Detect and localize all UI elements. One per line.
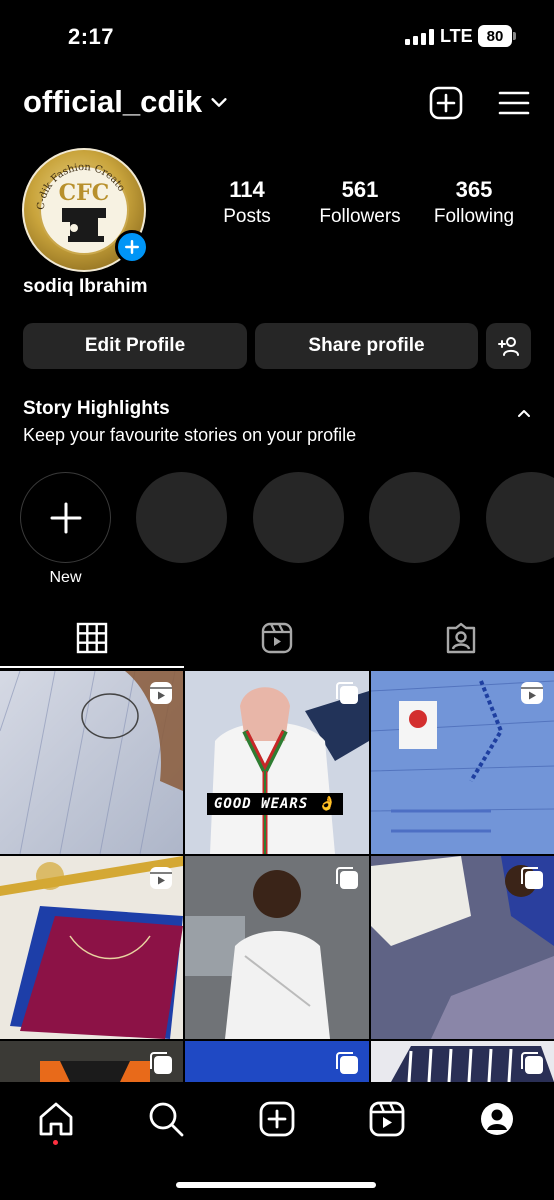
reel-badge-icon bbox=[150, 682, 172, 704]
network-label: LTE bbox=[440, 26, 473, 46]
reels-icon[interactable] bbox=[368, 1100, 406, 1138]
posts-count: 114 bbox=[229, 177, 265, 202]
chevron-up-icon[interactable] bbox=[515, 404, 533, 422]
grid-tab-icon[interactable] bbox=[75, 621, 109, 655]
highlight-placeholder bbox=[253, 472, 344, 563]
reels-tab-icon[interactable] bbox=[260, 621, 294, 655]
create-icon[interactable] bbox=[258, 1100, 296, 1138]
home-icon[interactable] bbox=[37, 1100, 75, 1138]
highlight-placeholder bbox=[136, 472, 227, 563]
full-name: sodiq Ibrahim bbox=[23, 276, 148, 297]
logo-initials: CFC bbox=[59, 180, 110, 206]
post-thumbnail[interactable] bbox=[371, 671, 554, 854]
active-tab-indicator bbox=[0, 666, 184, 668]
reel-badge-icon bbox=[521, 682, 543, 704]
notification-dot bbox=[53, 1140, 58, 1145]
post-thumbnail[interactable] bbox=[185, 1041, 369, 1082]
post-thumbnail[interactable] bbox=[0, 671, 183, 854]
add-story-icon[interactable] bbox=[115, 230, 149, 264]
account-switcher[interactable]: official_cdik bbox=[23, 84, 230, 120]
carousel-badge-icon bbox=[521, 1052, 543, 1074]
stat-posts[interactable]: 114 Posts bbox=[207, 177, 287, 228]
post-thumbnail[interactable] bbox=[0, 1041, 183, 1082]
followers-label: Followers bbox=[319, 206, 401, 227]
reel-badge-icon bbox=[150, 867, 172, 889]
post-thumbnail[interactable] bbox=[185, 856, 369, 1039]
new-highlight-button[interactable] bbox=[20, 472, 111, 563]
highlights-subtitle: Keep your favourite stories on your prof… bbox=[23, 425, 357, 445]
status-bar: 2:17 LTE 80 bbox=[0, 0, 554, 72]
post-thumbnail[interactable] bbox=[371, 1041, 554, 1082]
post-thumbnail[interactable] bbox=[0, 856, 183, 1039]
add-person-icon bbox=[497, 337, 519, 356]
battery-tip bbox=[513, 32, 516, 40]
edit-profile-button[interactable]: Edit Profile bbox=[23, 323, 247, 369]
username: official_cdik bbox=[23, 84, 203, 119]
post-thumbnail[interactable] bbox=[371, 856, 554, 1039]
following-label: Following bbox=[433, 206, 515, 227]
discover-people-button[interactable] bbox=[486, 323, 531, 369]
carousel-badge-icon bbox=[336, 867, 358, 889]
followers-count: 561 bbox=[341, 177, 379, 202]
profile-avatar[interactable]: C-dik Fashion Creato CFC bbox=[22, 148, 149, 272]
post-caption: GOOD WEARS 👌 bbox=[207, 793, 344, 815]
create-post-icon[interactable] bbox=[429, 86, 463, 120]
share-profile-button[interactable]: Share profile bbox=[255, 323, 478, 369]
stat-followers[interactable]: 561 Followers bbox=[310, 177, 410, 228]
battery-level: 80 bbox=[486, 27, 504, 45]
highlight-placeholder bbox=[486, 472, 554, 563]
home-indicator[interactable] bbox=[176, 1182, 376, 1188]
status-time: 2:17 bbox=[68, 24, 115, 49]
bottom-nav bbox=[0, 1082, 554, 1200]
profile-icon[interactable] bbox=[478, 1100, 516, 1138]
carousel-badge-icon bbox=[336, 1052, 358, 1074]
post-thumbnail[interactable]: GOOD WEARS 👌 bbox=[185, 671, 369, 854]
battery-icon: 80 bbox=[478, 25, 512, 47]
highlight-placeholder bbox=[369, 472, 460, 563]
new-highlight-label: New bbox=[49, 569, 82, 586]
signal-icon bbox=[405, 29, 434, 45]
chevron-down-icon bbox=[211, 98, 227, 107]
tagged-tab-icon[interactable] bbox=[444, 621, 478, 655]
carousel-badge-icon bbox=[150, 1052, 172, 1074]
search-icon[interactable] bbox=[147, 1100, 185, 1138]
menu-icon[interactable] bbox=[497, 86, 531, 120]
posts-label: Posts bbox=[223, 206, 271, 227]
highlights-title: Story Highlights bbox=[23, 398, 170, 419]
following-count: 365 bbox=[455, 177, 493, 202]
plus-icon bbox=[50, 502, 81, 533]
carousel-badge-icon bbox=[336, 682, 358, 704]
stat-following[interactable]: 365 Following bbox=[424, 177, 524, 228]
carousel-badge-icon bbox=[521, 867, 543, 889]
